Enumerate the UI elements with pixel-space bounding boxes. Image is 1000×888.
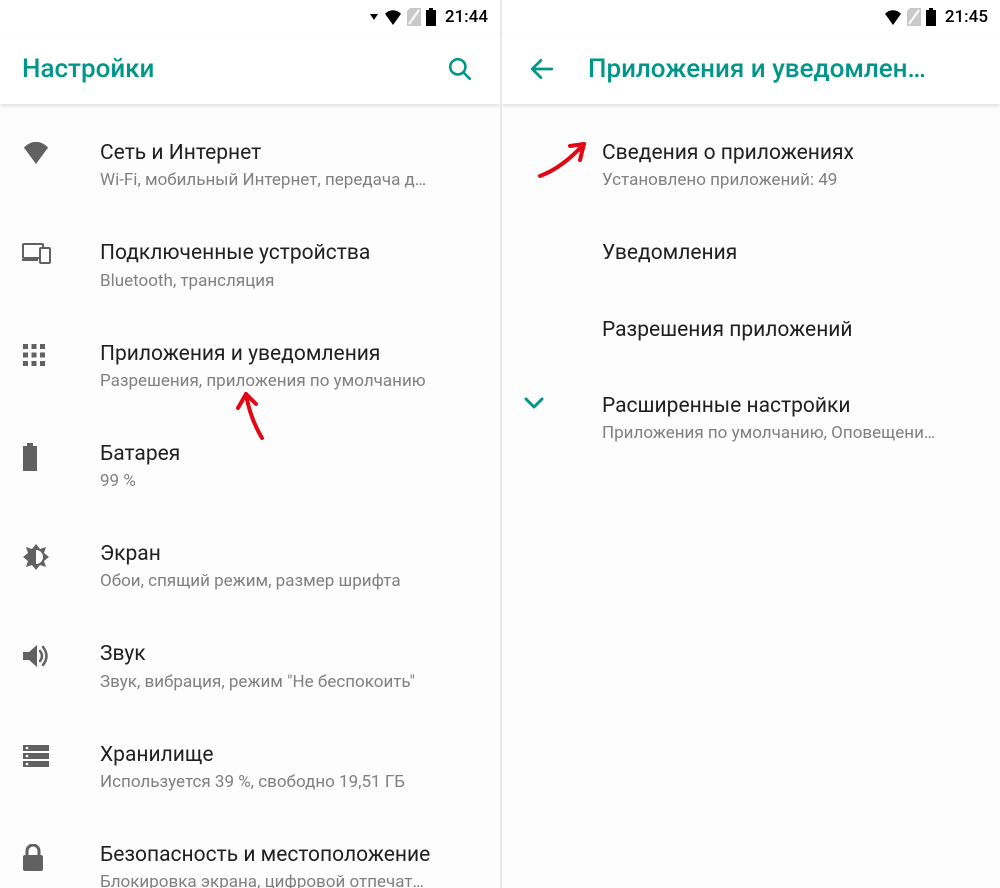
item-subtitle: Обои, спящий режим, размер шрифта	[100, 571, 482, 591]
arrow-back-icon	[529, 56, 555, 82]
lock-icon	[22, 844, 44, 876]
signal-triangle-icon	[369, 12, 379, 22]
settings-item-apps[interactable]: Приложения и уведомления Разрешения, при…	[0, 327, 500, 405]
item-title: Батарея	[100, 441, 482, 467]
appbar: Настройки	[0, 34, 500, 104]
wifi-icon	[383, 9, 403, 25]
appbar: Приложения и уведомлен…	[502, 34, 1000, 104]
settings-list: Сеть и Интернет Wi-Fi, мобильный Интерне…	[0, 104, 500, 888]
clock-text: 21:45	[945, 7, 988, 27]
appbar-title: Настройки	[22, 54, 442, 84]
statusbar: 21:44	[0, 0, 500, 34]
item-title: Сеть и Интернет	[100, 140, 482, 166]
item-title: Приложения и уведомления	[100, 341, 482, 367]
wifi-icon	[883, 9, 903, 25]
sim-icon	[407, 8, 421, 26]
apps-item-permissions[interactable]: Разрешения приложений	[502, 303, 1000, 357]
item-subtitle: Приложения по умолчанию, Оповещени…	[602, 423, 982, 443]
phone-right: 21:45 Приложения и уведомлен… Сведения о…	[500, 0, 1000, 888]
apps-item-advanced[interactable]: Расширенные настройки Приложения по умол…	[502, 379, 1000, 457]
back-button[interactable]	[524, 51, 560, 87]
item-subtitle: Bluetooth, трансляция	[100, 271, 482, 291]
settings-item-devices[interactable]: Подключенные устройства Bluetooth, транс…	[0, 226, 500, 304]
battery-icon	[925, 8, 937, 26]
item-subtitle: Установлено приложений: 49	[602, 170, 982, 190]
battery-icon	[22, 443, 38, 475]
item-subtitle: Используется 39 %, свободно 19,51 ГБ	[100, 772, 482, 792]
settings-item-battery[interactable]: Батарея 99 %	[0, 427, 500, 505]
settings-item-display[interactable]: Экран Обои, спящий режим, размер шрифта	[0, 527, 500, 605]
battery-icon	[425, 8, 437, 26]
apps-item-notifications[interactable]: Уведомления	[502, 226, 1000, 280]
sim-icon	[907, 8, 921, 26]
item-subtitle: Звук, вибрация, режим "Не беспокоить"	[100, 672, 482, 692]
apps-icon	[22, 343, 46, 371]
item-subtitle: Блокировка экрана, цифровой отпечат…	[100, 872, 482, 888]
settings-item-security[interactable]: Безопасность и местоположение Блокировка…	[0, 828, 500, 888]
settings-item-network[interactable]: Сеть и Интернет Wi-Fi, мобильный Интерне…	[0, 126, 500, 204]
item-title: Звук	[100, 641, 482, 667]
item-title: Безопасность и местоположение	[100, 842, 482, 868]
search-icon	[447, 56, 473, 82]
item-title: Сведения о приложениях	[602, 140, 982, 166]
apps-list: Сведения о приложениях Установлено прило…	[502, 104, 1000, 888]
item-subtitle: Разрешения, приложения по умолчанию	[100, 371, 482, 391]
item-title: Разрешения приложений	[602, 317, 982, 343]
appbar-title: Приложения и уведомлен…	[588, 54, 978, 84]
statusbar: 21:45	[502, 0, 1000, 34]
settings-item-storage[interactable]: Хранилище Используется 39 %, свободно 19…	[0, 728, 500, 806]
item-subtitle: 99 %	[100, 471, 482, 491]
item-title: Подключенные устройства	[100, 240, 482, 266]
item-title: Уведомления	[602, 240, 982, 266]
brightness-icon	[22, 543, 50, 575]
clock-text: 21:44	[445, 7, 488, 27]
item-title: Экран	[100, 541, 482, 567]
item-subtitle: Wi-Fi, мобильный Интернет, передача д…	[100, 170, 482, 190]
item-title: Расширенные настройки	[602, 393, 982, 419]
sound-icon	[22, 643, 50, 673]
search-button[interactable]	[442, 51, 478, 87]
phone-left: 21:44 Настройки Сеть и Интернет Wi-Fi, м…	[0, 0, 500, 888]
item-title: Хранилище	[100, 742, 482, 768]
wifi-icon	[22, 142, 50, 168]
storage-icon	[22, 744, 50, 772]
settings-item-sound[interactable]: Звук Звук, вибрация, режим "Не беспокоит…	[0, 627, 500, 705]
apps-item-info[interactable]: Сведения о приложениях Установлено прило…	[502, 126, 1000, 204]
chevron-down-icon	[524, 395, 544, 414]
devices-icon	[22, 242, 52, 268]
